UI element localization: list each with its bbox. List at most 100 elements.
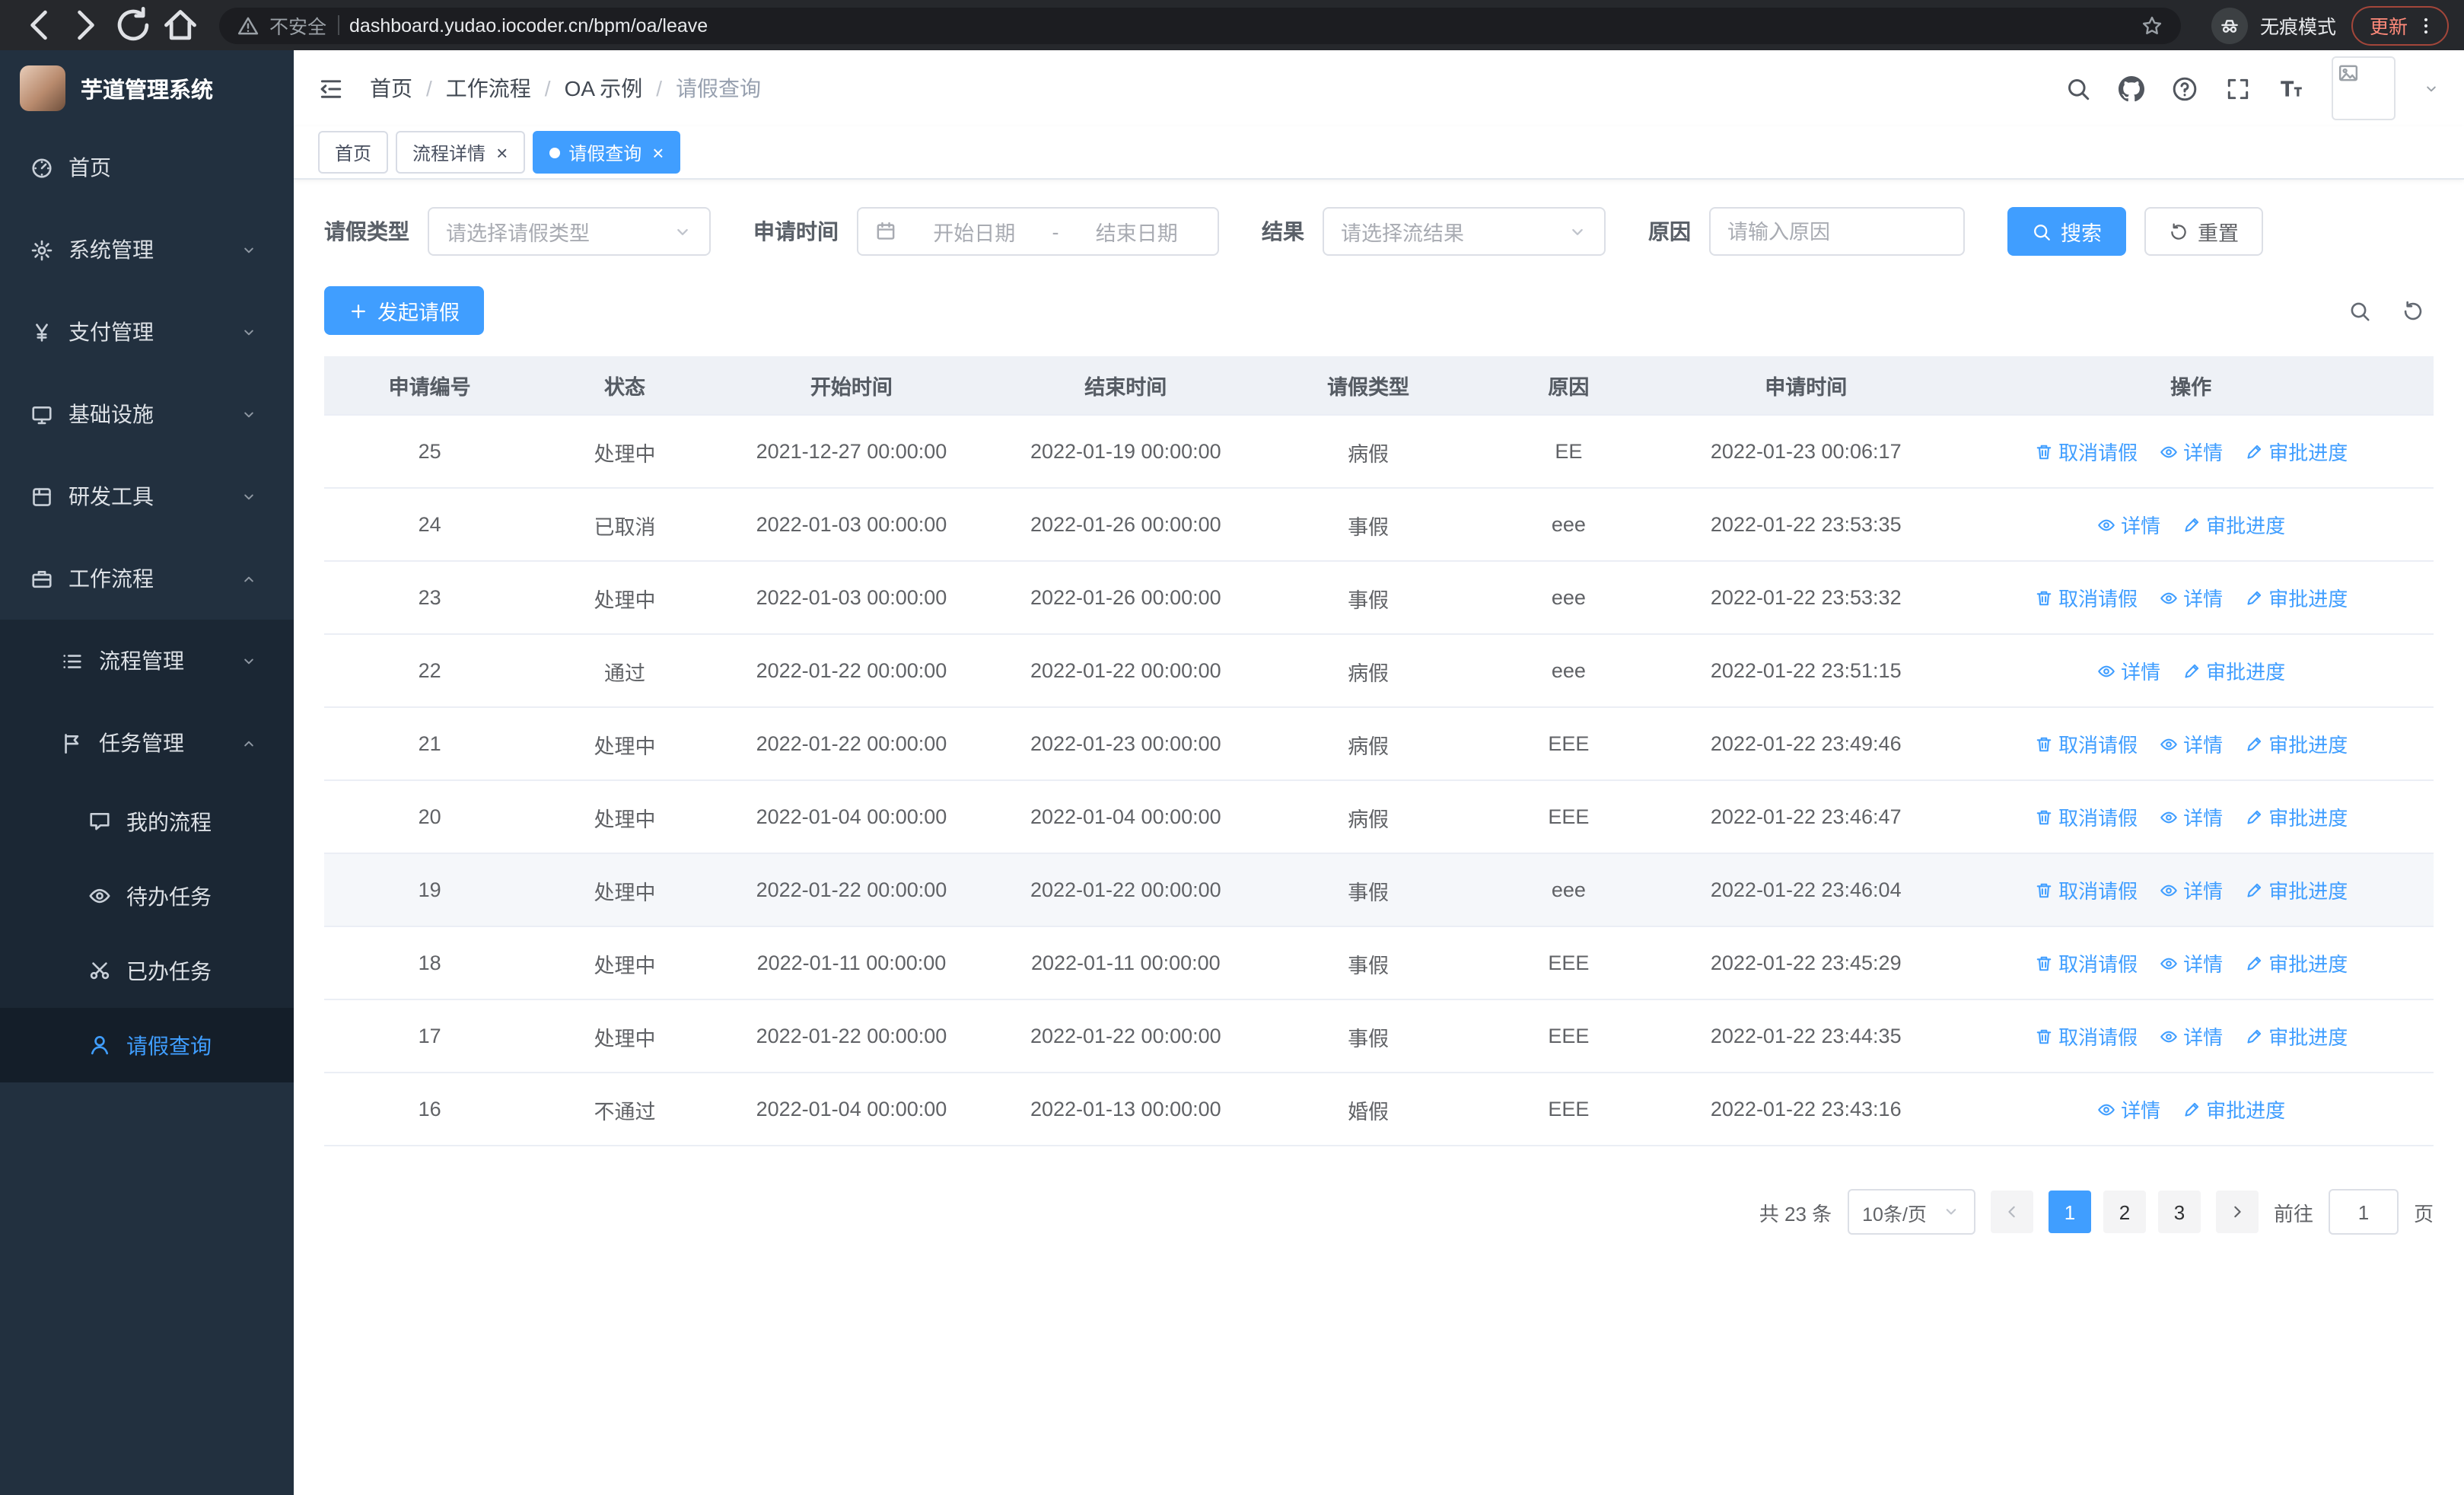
- home-button[interactable]: [160, 5, 201, 46]
- delete-icon: [2034, 881, 2052, 899]
- collapse-sidebar-button[interactable]: [318, 75, 344, 101]
- font-size-button[interactable]: [2278, 75, 2304, 101]
- next-page-button[interactable]: [2215, 1191, 2259, 1233]
- tab-close-icon[interactable]: ×: [496, 142, 508, 162]
- github-link[interactable]: [2119, 75, 2144, 101]
- row-action-edit[interactable]: 审批进度: [2182, 1095, 2285, 1124]
- row-action-edit[interactable]: 审批进度: [2244, 802, 2348, 831]
- row-action-view[interactable]: 详情: [2159, 729, 2223, 758]
- refresh-table-button[interactable]: [2402, 299, 2424, 322]
- cell-type: 病假: [1262, 415, 1474, 489]
- sidebar-item-8[interactable]: 任务管理: [0, 702, 294, 784]
- result-select[interactable]: 请选择流结果: [1323, 207, 1606, 256]
- action-label: 详情: [2121, 661, 2161, 684]
- cell-reason: EEE: [1473, 999, 1664, 1073]
- cell-actions: 详情 审批进度: [1948, 488, 2434, 562]
- tab-label: 请假查询: [568, 142, 642, 164]
- create-leave-button[interactable]: 发起请假: [324, 286, 484, 335]
- row-action-edit[interactable]: 审批进度: [2182, 510, 2285, 539]
- cell-status: 已取消: [535, 488, 715, 562]
- sidebar-item-3[interactable]: 支付管理: [0, 291, 294, 373]
- sidebar-item-label: 已办任务: [126, 958, 212, 983]
- toggle-search-button[interactable]: [2348, 299, 2371, 322]
- leave-type-select[interactable]: 请选择请假类型: [428, 207, 711, 256]
- row-action-delete[interactable]: 取消请假: [2034, 437, 2138, 466]
- cell-id: 16: [324, 1073, 536, 1146]
- fullscreen-button[interactable]: [2225, 75, 2251, 101]
- row-action-delete[interactable]: 取消请假: [2034, 802, 2138, 831]
- page-button-2[interactable]: 2: [2103, 1191, 2146, 1233]
- row-action-view[interactable]: 详情: [2159, 583, 2223, 612]
- tab-首页[interactable]: 首页: [318, 131, 389, 174]
- sidebar-item-label: 系统管理: [68, 237, 154, 262]
- row-action-delete[interactable]: 取消请假: [2034, 875, 2138, 904]
- search-submit-button[interactable]: 搜索: [2007, 207, 2126, 256]
- row-action-view[interactable]: 详情: [2159, 948, 2223, 977]
- tab-close-icon[interactable]: ×: [652, 142, 664, 162]
- update-button[interactable]: 更新: [2351, 5, 2449, 45]
- row-action-edit[interactable]: 审批进度: [2244, 437, 2348, 466]
- tab-流程详情[interactable]: 流程详情 ×: [396, 131, 525, 174]
- sidebar-item-7[interactable]: 流程管理: [0, 620, 294, 702]
- row-action-delete[interactable]: 取消请假: [2034, 729, 2138, 758]
- page-button-3[interactable]: 3: [2157, 1191, 2201, 1233]
- cell-end: 2022-01-04 00:00:00: [988, 780, 1263, 854]
- prev-page-button[interactable]: [1990, 1191, 2033, 1233]
- sidebar-item-5[interactable]: 研发工具: [0, 455, 294, 537]
- page-size-select[interactable]: 10条/页: [1847, 1189, 1975, 1235]
- sidebar-item-12[interactable]: 请假查询: [0, 1008, 294, 1082]
- row-action-edit[interactable]: 审批进度: [2244, 583, 2348, 612]
- cell-reason: eee: [1473, 488, 1664, 562]
- sidebar-item-2[interactable]: 系统管理: [0, 209, 294, 291]
- sidebar-item-10[interactable]: 待办任务: [0, 859, 294, 933]
- row-action-view[interactable]: 详情: [2096, 510, 2160, 539]
- cell-actions: 取消请假 详情 审批进度: [1948, 853, 2434, 927]
- action-label: 详情: [2183, 734, 2224, 757]
- tab-请假查询[interactable]: 请假查询 ×: [532, 131, 681, 174]
- url-bar[interactable]: 不安全 dashboard.yudao.iocoder.cn/bpm/oa/le…: [219, 7, 2181, 43]
- cell-type: 事假: [1262, 999, 1474, 1073]
- row-action-view[interactable]: 详情: [2159, 875, 2223, 904]
- row-action-view[interactable]: 详情: [2096, 656, 2160, 685]
- sidebar-item-11[interactable]: 已办任务: [0, 933, 294, 1008]
- breadcrumb-item[interactable]: 工作流程: [446, 73, 531, 104]
- sidebar-item-4[interactable]: 基础设施: [0, 373, 294, 455]
- reason-input[interactable]: [1711, 209, 1963, 254]
- row-action-view[interactable]: 详情: [2096, 1095, 2160, 1124]
- cell-status: 处理中: [535, 999, 715, 1073]
- search-button[interactable]: [2065, 75, 2091, 101]
- row-action-view[interactable]: 详情: [2159, 802, 2223, 831]
- breadcrumb-item[interactable]: 首页: [370, 73, 412, 104]
- date-range-picker[interactable]: 开始日期 - 结束日期: [857, 207, 1219, 256]
- goto-page-input[interactable]: [2328, 1189, 2399, 1235]
- row-action-delete[interactable]: 取消请假: [2034, 948, 2138, 977]
- row-action-edit[interactable]: 审批进度: [2244, 948, 2348, 977]
- sidebar-item-9[interactable]: 我的流程: [0, 784, 294, 859]
- forward-button[interactable]: [65, 5, 107, 46]
- reload-button[interactable]: [113, 5, 154, 46]
- browser-menu-icon[interactable]: [2415, 14, 2437, 36]
- cell-id: 25: [324, 415, 536, 489]
- cell-applied: 2022-01-22 23:46:47: [1663, 780, 1949, 854]
- row-action-edit[interactable]: 审批进度: [2182, 656, 2285, 685]
- back-button[interactable]: [18, 5, 59, 46]
- row-action-view[interactable]: 详情: [2159, 1022, 2223, 1050]
- help-button[interactable]: [2172, 75, 2198, 101]
- sidebar-item-6[interactable]: 工作流程: [0, 537, 294, 620]
- page-button-1[interactable]: 1: [2048, 1191, 2091, 1233]
- user-menu-caret-icon[interactable]: [2423, 80, 2440, 97]
- row-action-edit[interactable]: 审批进度: [2244, 1022, 2348, 1050]
- breadcrumb-item[interactable]: OA 示例: [565, 73, 643, 104]
- row-action-edit[interactable]: 审批进度: [2244, 875, 2348, 904]
- row-action-edit[interactable]: 审批进度: [2244, 729, 2348, 758]
- row-action-view[interactable]: 详情: [2159, 437, 2223, 466]
- cell-type: 事假: [1262, 561, 1474, 635]
- sidebar-item-1[interactable]: 首页: [0, 126, 294, 209]
- row-action-delete[interactable]: 取消请假: [2034, 583, 2138, 612]
- user-avatar[interactable]: [2332, 56, 2396, 120]
- bookmark-star-button[interactable]: [2141, 14, 2163, 36]
- row-action-delete[interactable]: 取消请假: [2034, 1022, 2138, 1050]
- reset-button[interactable]: 重置: [2144, 207, 2263, 256]
- cell-applied: 2022-01-22 23:53:32: [1663, 561, 1949, 635]
- edit-icon: [2244, 954, 2262, 972]
